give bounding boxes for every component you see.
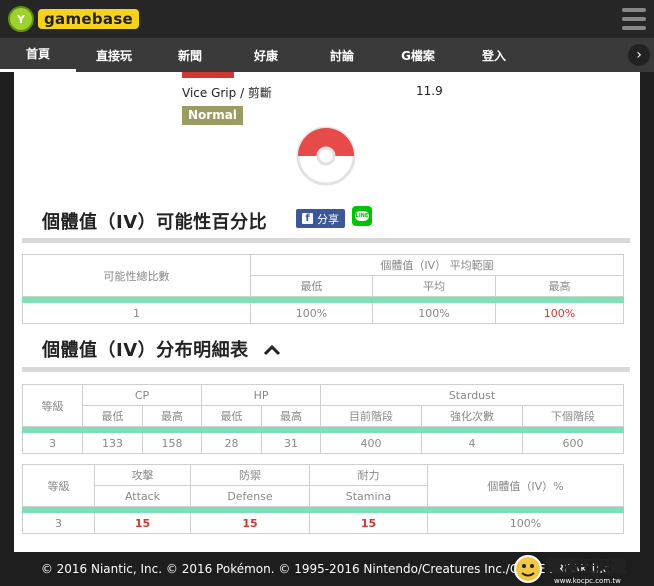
table-row: 1 100% 100% 100% — [22, 302, 624, 324]
header-level: 等級 — [22, 464, 95, 507]
cell-level: 3 — [22, 512, 95, 534]
header-hp: HP — [201, 384, 322, 406]
line-icon: LINE — [355, 211, 369, 221]
gamebase-logo[interactable]: Y gamebase — [8, 6, 140, 32]
cell-hp-min: 28 — [201, 432, 263, 454]
section-divider — [22, 367, 630, 372]
watermark-url: www.kocpc.com.tw — [554, 577, 621, 585]
facebook-share-button[interactable]: f 分享 — [296, 209, 345, 228]
nav-item-login[interactable]: 登入 — [456, 38, 532, 72]
cell-attack: 15 — [94, 512, 191, 534]
cell-hp-max: 31 — [261, 432, 322, 454]
cell-iv: 100% — [427, 512, 624, 534]
header-attack-zh: 攻擊 — [94, 464, 191, 486]
header-range: 個體值（IV） 平均範圍 — [250, 254, 624, 276]
header-iv: 個體值（IV）% — [427, 464, 624, 507]
header-stamina-en: Stamina — [309, 485, 428, 507]
type-tag-partial — [182, 72, 234, 78]
nav-item-gfile[interactable]: G檔案 — [380, 38, 456, 72]
iv-detail-table: 等級 CP HP Stardust 最低 最高 最低 最高 目前階段 強化次數 … — [21, 384, 625, 454]
header-stardust: Stardust — [320, 384, 625, 406]
hamburger-line — [622, 8, 646, 12]
content-panel: Vice Grip / 剪斷 11.9 Normal 個體值（IV）可能性百分比… — [14, 72, 640, 552]
pokeball-icon — [296, 126, 356, 186]
move-value: 11.9 — [416, 84, 443, 98]
header-min: 最低 — [250, 275, 373, 297]
header-defense-zh: 防禦 — [190, 464, 310, 486]
facebook-icon: f — [302, 213, 313, 224]
type-badge-normal: Normal — [182, 106, 243, 125]
cell-total: 1 — [22, 302, 251, 324]
nav-item-news[interactable]: 新聞 — [152, 38, 228, 72]
cell-power-ups: 4 — [421, 432, 524, 454]
cell-stamina: 15 — [309, 512, 428, 534]
cell-defense: 15 — [190, 512, 310, 534]
section-divider — [22, 238, 630, 243]
move-name: Vice Grip / 剪斷 — [182, 86, 272, 100]
iv-percent-title: 個體值（IV）可能性百分比 — [42, 212, 268, 233]
header-cp-min: 最低 — [82, 405, 143, 427]
cell-next-stage: 600 — [522, 432, 625, 454]
cell-current-stage: 400 — [320, 432, 423, 454]
header-defense-en: Defense — [190, 485, 310, 507]
share-label: 分享 — [317, 212, 339, 226]
iv-detail-title[interactable]: 個體值（IV）分布明細表 — [42, 336, 281, 362]
header-total: 可能性總比數 — [22, 254, 251, 297]
cell-cp-min: 133 — [82, 432, 143, 454]
kocpc-watermark-logo: 電腦王阿達 www.kocpc.com.tw — [514, 555, 626, 585]
nav-item-forum[interactable]: 討論 — [304, 38, 380, 72]
header-stamina-zh: 耐力 — [309, 464, 428, 486]
cell-cp-max: 158 — [141, 432, 203, 454]
cell-max: 100% — [495, 302, 624, 324]
hamburger-line — [622, 26, 646, 30]
iv-detail-title-text: 個體值（IV）分布明細表 — [42, 340, 249, 361]
hamburger-menu-icon[interactable] — [622, 8, 646, 30]
chevron-right-icon[interactable]: › — [628, 44, 650, 66]
header-next-stage: 下個階段 — [522, 405, 625, 427]
table-row: 3 133 158 28 31 400 4 600 — [22, 432, 625, 454]
header-power-ups: 強化次數 — [421, 405, 524, 427]
header-level: 等級 — [22, 384, 83, 427]
logo-text: gamebase — [38, 9, 140, 29]
table-row: 3 15 15 15 100% — [22, 512, 624, 534]
header-cp: CP — [81, 384, 203, 406]
nav-item-home[interactable]: 首頁 — [0, 38, 76, 72]
header-attack-en: Attack — [94, 485, 191, 507]
cell-avg: 100% — [372, 302, 496, 324]
header-current-stage: 目前階段 — [320, 405, 423, 427]
header-hp-min: 最低 — [201, 405, 263, 427]
top-bar: Y gamebase — [0, 0, 654, 38]
header-max: 最高 — [495, 275, 624, 297]
logo-mark-icon: Y — [8, 6, 34, 32]
nav-item-deals[interactable]: 好康 — [228, 38, 304, 72]
nav-item-play[interactable]: 直接玩 — [76, 38, 152, 72]
iv-stats-table: 等級 攻擊 防禦 耐力 個體值（IV）% Attack Defense Stam… — [22, 464, 624, 534]
header-cp-max: 最高 — [141, 405, 203, 427]
hamburger-line — [622, 17, 646, 21]
iv-percent-table: 可能性總比數 個體值（IV） 平均範圍 最低 平均 最高 1 100% 100%… — [22, 254, 624, 324]
main-nav: 首頁 直接玩 新聞 好康 討論 G檔案 登入 › — [0, 38, 654, 72]
header-avg: 平均 — [372, 275, 496, 297]
watermark-text: 電腦王阿達 — [546, 557, 626, 576]
cell-level: 3 — [22, 432, 83, 454]
header-hp-max: 最高 — [261, 405, 322, 427]
chevron-up-icon[interactable] — [263, 341, 281, 360]
line-share-button[interactable]: LINE — [352, 206, 372, 226]
cell-min: 100% — [250, 302, 373, 324]
